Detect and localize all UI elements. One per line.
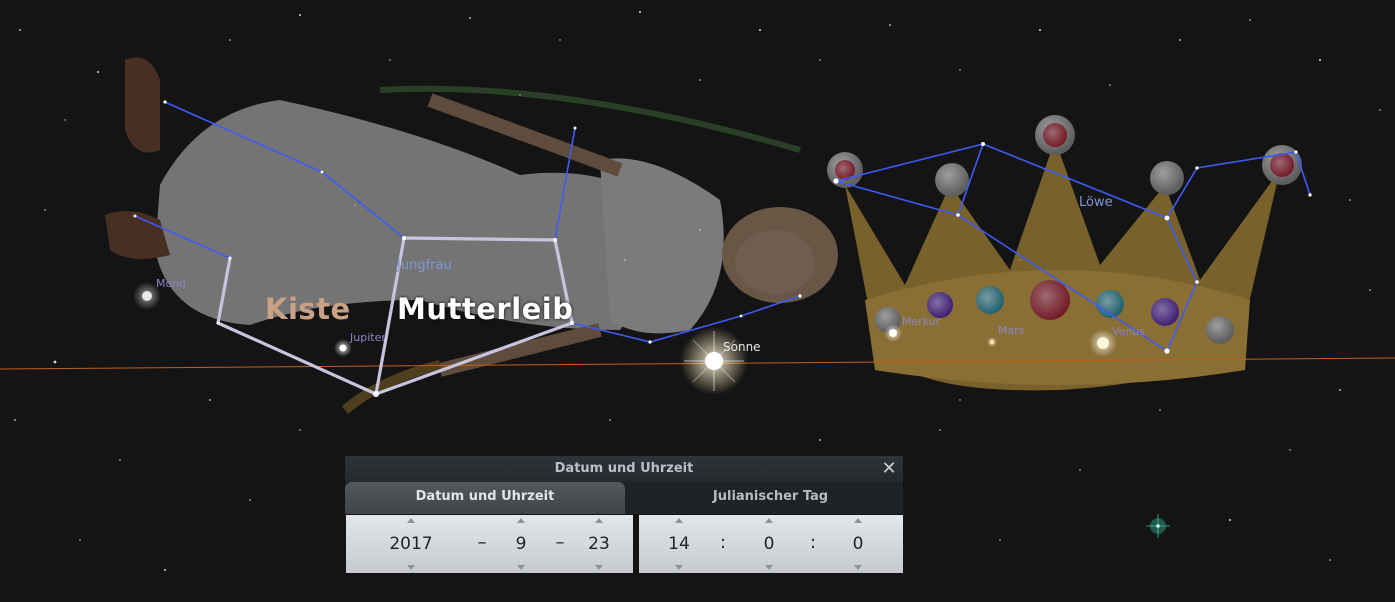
year-down-arrow-icon[interactable]	[407, 565, 415, 570]
dialog-titlebar[interactable]: Datum und Uhrzeit ✕	[345, 456, 903, 482]
date-separator: –	[477, 532, 487, 553]
second-down-arrow-icon[interactable]	[854, 565, 862, 570]
time-separator: :	[719, 532, 727, 553]
month-up-arrow-icon[interactable]	[517, 518, 525, 523]
second-spinbox[interactable]: 0	[836, 515, 880, 573]
tab-julian-day[interactable]: Julianischer Tag	[638, 482, 903, 514]
year-spinbox[interactable]: 2017	[389, 515, 433, 573]
date-separator: –	[555, 532, 565, 553]
day-value[interactable]: 23	[577, 534, 621, 554]
tab-date-time[interactable]: Datum und Uhrzeit	[345, 482, 625, 514]
planet-label-sun: Sonne	[723, 340, 761, 354]
day-up-arrow-icon[interactable]	[595, 518, 603, 523]
asterism-label-mutterleib: Mutterleib	[397, 292, 574, 326]
month-down-arrow-icon[interactable]	[517, 565, 525, 570]
year-value[interactable]: 2017	[389, 534, 433, 554]
second-value[interactable]: 0	[836, 534, 880, 554]
minute-up-arrow-icon[interactable]	[765, 518, 773, 523]
time-separator: :	[809, 532, 817, 553]
sun-marker	[680, 327, 748, 395]
day-down-arrow-icon[interactable]	[595, 565, 603, 570]
planet-label-jupiter: Jupiter	[350, 331, 386, 344]
constellation-label-leo: Löwe	[1079, 195, 1113, 210]
planet-label-mercury: Merkur	[902, 315, 941, 328]
dialog-tabbar: Datum und Uhrzeit Julianischer Tag	[345, 482, 903, 514]
minute-down-arrow-icon[interactable]	[765, 565, 773, 570]
close-icon: ✕	[881, 458, 897, 479]
planet-label-mars: Mars	[998, 324, 1025, 337]
dialog-title: Datum und Uhrzeit	[554, 461, 694, 476]
minute-spinbox[interactable]: 0	[747, 515, 791, 573]
hour-up-arrow-icon[interactable]	[675, 518, 683, 523]
hour-spinbox[interactable]: 14	[657, 515, 701, 573]
hour-down-arrow-icon[interactable]	[675, 565, 683, 570]
year-up-arrow-icon[interactable]	[407, 518, 415, 523]
month-value[interactable]: 9	[499, 534, 543, 554]
minute-value[interactable]: 0	[747, 534, 791, 554]
asterism-label-kiste: Kiste	[265, 292, 351, 326]
close-button[interactable]: ✕	[879, 459, 899, 479]
month-spinbox[interactable]: 9	[499, 515, 543, 573]
second-up-arrow-icon[interactable]	[854, 518, 862, 523]
date-time-dialog: Datum und Uhrzeit ✕ Datum und Uhrzeit Ju…	[345, 456, 903, 574]
planet-label-venus: Venus	[1112, 325, 1146, 338]
day-spinbox[interactable]: 23	[577, 515, 621, 573]
constellation-label-virgo: Jungfrau	[397, 258, 452, 273]
date-panel: 2017 – 9 – 23	[346, 515, 633, 573]
planet-label-moon: Mond	[156, 277, 187, 290]
time-panel: 14 : 0 : 0	[639, 515, 903, 573]
hour-value[interactable]: 14	[657, 534, 701, 554]
